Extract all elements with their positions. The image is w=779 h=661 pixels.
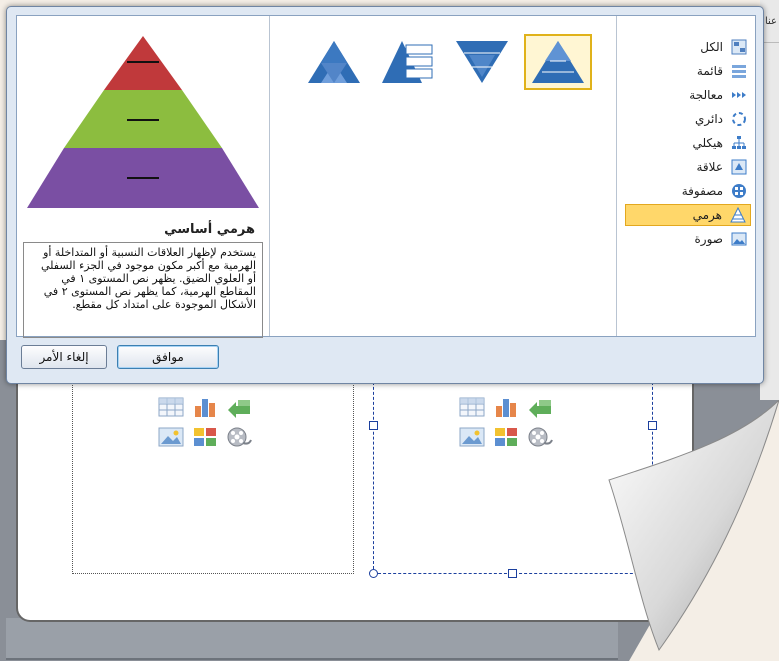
cycle-icon [732,112,746,126]
all-icon [731,39,747,55]
matrix-icon [732,184,746,198]
pyramid-list-icon [382,41,433,83]
category-relationship[interactable]: علاقة [625,156,751,178]
insert-picture-icon[interactable] [458,425,486,449]
pyramid-preview-graphic [27,36,259,208]
list-icon [732,65,746,78]
category-process[interactable]: معالجة [625,84,751,106]
ok-button[interactable]: موافق [117,345,219,369]
ribbon-edge-text: عنا [764,16,777,27]
insert-icons-left [157,395,253,449]
hierarchy-icon [732,136,746,149]
category-label: صورة [694,232,723,246]
category-label: هيكلي [692,136,723,150]
inverted-pyramid-icon [456,41,508,83]
category-all[interactable]: الكل [625,36,751,58]
cancel-button[interactable]: إلغاء الأمر [21,345,107,369]
relationship-icon [731,159,747,175]
insert-media-icon[interactable] [225,425,253,449]
insert-icons-right [458,395,554,449]
insert-chart-icon[interactable] [492,395,520,419]
insert-chart-icon[interactable] [191,395,219,419]
preview-pane: هرمي أساسي يستخدم لإظهار العلاقات النسبي… [17,16,269,338]
layout-inverted-pyramid[interactable] [448,34,516,90]
choose-smartart-dialog: هرمي أساسي يستخدم لإظهار العلاقات النسبي… [6,6,764,384]
resize-handle[interactable] [508,569,517,578]
category-picture[interactable]: صورة [625,228,751,250]
layout-segmented-pyramid[interactable] [300,34,368,90]
dialog-body: هرمي أساسي يستخدم لإظهار العلاقات النسبي… [16,15,756,338]
category-hierarchy[interactable]: هيكلي [625,132,751,154]
category-cycle[interactable]: دائري [625,108,751,130]
category-label: الكل [700,40,723,54]
category-label: هرمي [692,208,722,222]
pyramid-icon [730,207,746,223]
layout-basic-pyramid[interactable] [524,34,592,90]
category-label: معالجة [689,88,723,102]
layout-description: يستخدم لإظهار العلاقات النسبية أو المتدا… [23,242,263,338]
layout-pyramid-list[interactable] [374,34,442,90]
insert-smartart-icon[interactable] [225,395,253,419]
category-label: دائري [694,112,723,126]
status-strip [6,618,618,660]
insert-clipart-icon[interactable] [191,425,219,449]
insert-table-icon[interactable] [458,395,486,419]
category-pyramid[interactable]: هرمي [625,204,751,226]
insert-picture-icon[interactable] [157,425,185,449]
insert-clipart-icon[interactable] [492,425,520,449]
process-icon [732,92,746,98]
page-curl-graphic [608,400,779,661]
insert-table-icon[interactable] [157,395,185,419]
category-list-item[interactable]: قائمة [625,60,751,82]
category-label: قائمة [696,64,723,78]
resize-handle[interactable] [369,569,378,578]
segmented-pyramid-icon [308,41,360,83]
category-matrix[interactable]: مصفوفة [625,180,751,202]
pyramid-layout-icon [532,41,584,83]
category-list: الكل قائمة معالجة دائري هيكلي علاقة مصفو… [616,16,755,336]
picture-icon [731,232,747,246]
category-label: مصفوفة [681,184,723,198]
layout-title: هرمي أساسي [164,222,255,237]
layout-gallery [269,16,618,336]
category-label: علاقة [696,160,724,174]
resize-handle[interactable] [369,421,378,430]
content-placeholder-left[interactable] [72,372,354,574]
